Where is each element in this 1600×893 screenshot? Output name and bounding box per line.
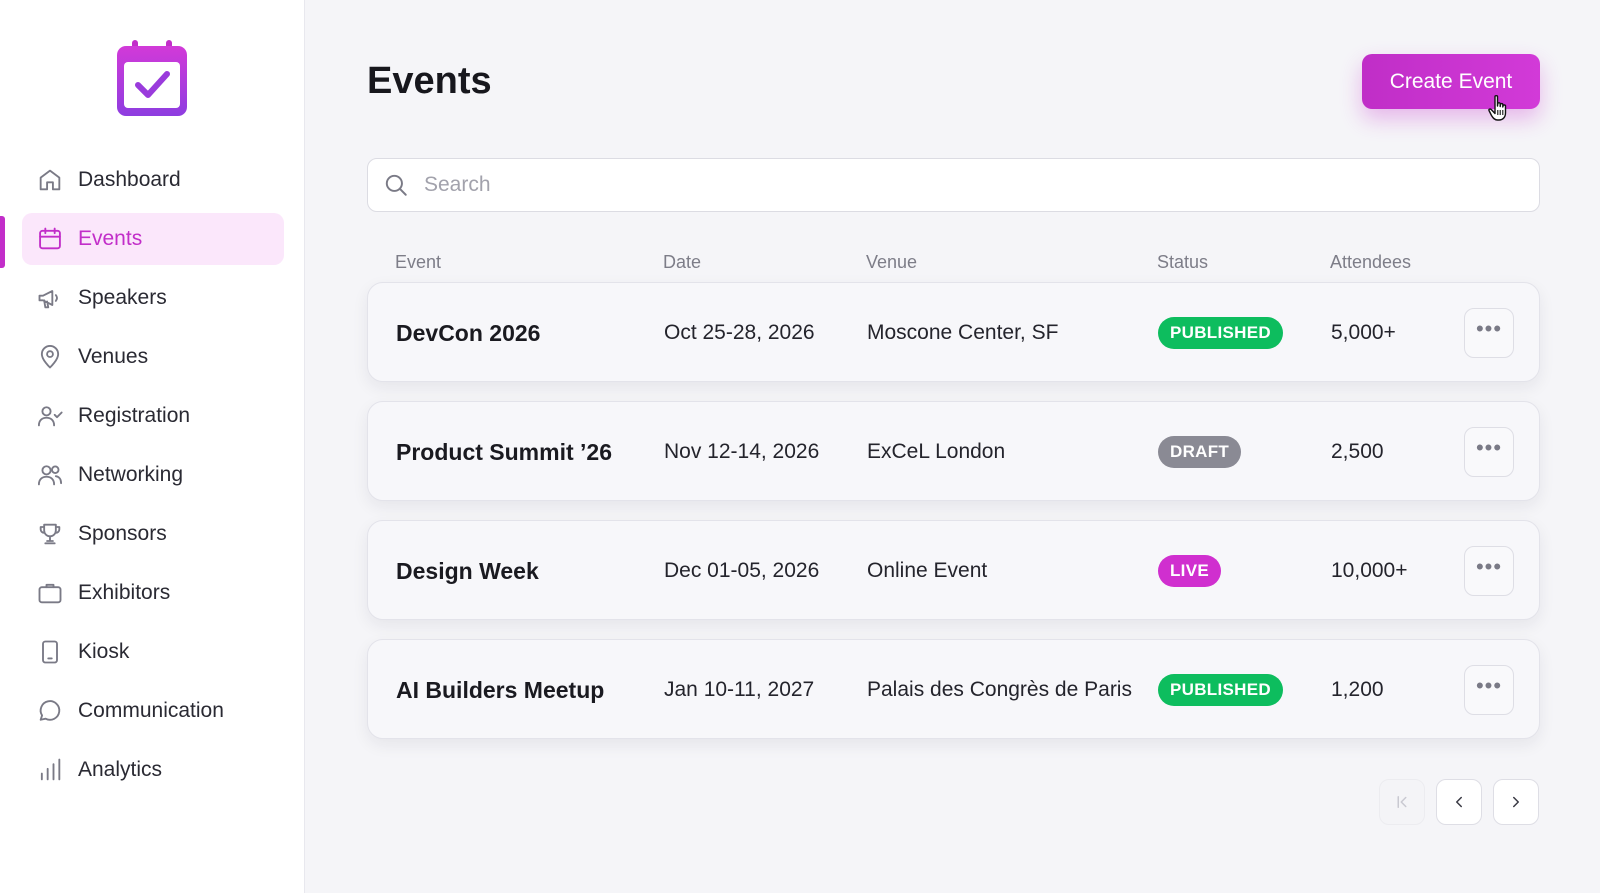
event-attendees: 1,200	[1331, 678, 1384, 701]
status-cell: LIVE	[1158, 521, 1221, 621]
sidebar-item-label: Events	[78, 227, 143, 250]
sidebar-item-kiosk[interactable]: Kiosk	[22, 626, 284, 678]
sidebar-item-label: Venues	[78, 345, 149, 368]
sidebar-item-label: Communication	[78, 699, 224, 722]
column-header-status[interactable]: Status	[1157, 252, 1208, 273]
event-venue: Palais des Congrès de Paris	[867, 678, 1132, 701]
sidebar: Dashboard Events Speakers Venues Registr…	[0, 0, 305, 893]
sidebar-item-label: Sponsors	[78, 522, 167, 545]
status-badge-draft: DRAFT	[1158, 436, 1242, 468]
search-icon	[368, 172, 424, 198]
sidebar-item-sponsors[interactable]: Sponsors	[22, 508, 284, 560]
event-name: Design Week	[396, 557, 539, 584]
sidebar-item-venues[interactable]: Venues	[22, 331, 284, 383]
column-header-venue[interactable]: Venue	[866, 252, 917, 273]
event-name: DevCon 2026	[396, 319, 541, 346]
status-cell: PUBLISHED	[1158, 283, 1283, 383]
ellipsis-icon: •••	[1475, 435, 1503, 460]
previous-page-button[interactable]	[1436, 779, 1482, 825]
sidebar-item-networking[interactable]: Networking	[22, 449, 284, 501]
chat-icon	[36, 697, 64, 725]
trophy-icon	[36, 520, 64, 548]
event-date: Jan 10-11, 2027	[664, 678, 815, 701]
sidebar-item-label: Dashboard	[78, 168, 181, 191]
map-pin-icon	[36, 343, 64, 371]
more-options-button[interactable]: •••	[1464, 665, 1514, 715]
create-event-button[interactable]: Create Event	[1362, 54, 1540, 109]
sidebar-item-label: Networking	[78, 463, 184, 486]
sidebar-item-label: Kiosk	[78, 640, 130, 663]
event-date: Dec 01-05, 2026	[664, 559, 820, 582]
megaphone-icon	[36, 284, 64, 312]
table-row[interactable]: DevCon 2026 Oct 25-28, 2026 Moscone Cent…	[367, 282, 1540, 382]
calendar-check-logo-icon	[117, 40, 187, 116]
first-page-button[interactable]	[1379, 779, 1425, 825]
status-badge-published: PUBLISHED	[1158, 674, 1283, 706]
sidebar-item-label: Analytics	[78, 758, 163, 781]
ellipsis-icon: •••	[1475, 673, 1503, 698]
more-options-button[interactable]: •••	[1464, 308, 1514, 358]
sidebar-item-analytics[interactable]: Analytics	[22, 744, 284, 796]
more-options-button[interactable]: •••	[1464, 546, 1514, 596]
chevron-first-icon	[1397, 796, 1407, 808]
sidebar-item-events[interactable]: Events	[22, 213, 284, 265]
briefcase-icon	[36, 579, 64, 607]
ellipsis-icon: •••	[1475, 554, 1503, 579]
status-badge-live: LIVE	[1158, 555, 1221, 587]
event-venue: Moscone Center, SF	[867, 321, 1059, 344]
event-date: Nov 12-14, 2026	[664, 440, 820, 463]
event-date: Oct 25-28, 2026	[664, 321, 815, 344]
sidebar-item-registration[interactable]: Registration	[22, 390, 284, 442]
search-input[interactable]	[424, 173, 1539, 197]
status-badge-published: PUBLISHED	[1158, 317, 1283, 349]
status-cell: PUBLISHED	[1158, 640, 1283, 740]
event-attendees: 5,000+	[1331, 321, 1396, 344]
sidebar-item-exhibitors[interactable]: Exhibitors	[22, 567, 284, 619]
event-attendees: 10,000+	[1331, 559, 1408, 582]
event-name: AI Builders Meetup	[396, 676, 605, 703]
table-row[interactable]: Design Week Dec 01-05, 2026 Online Event…	[367, 520, 1540, 620]
users-icon	[36, 461, 64, 489]
table-row[interactable]: AI Builders Meetup Jan 10-11, 2027 Palai…	[367, 639, 1540, 739]
status-cell: DRAFT	[1158, 402, 1242, 502]
event-attendees: 2,500	[1331, 440, 1384, 463]
search-bar	[367, 158, 1540, 212]
column-header-date[interactable]: Date	[663, 252, 701, 273]
sidebar-item-communication[interactable]: Communication	[22, 685, 284, 737]
column-header-attendees[interactable]: Attendees	[1330, 252, 1411, 273]
home-icon	[36, 166, 64, 194]
hand-pointer-cursor-icon	[1488, 94, 1507, 121]
sidebar-item-speakers[interactable]: Speakers	[22, 272, 284, 324]
tablet-icon	[36, 638, 64, 666]
page-title: Events	[367, 60, 492, 102]
table-header: Event Date Venue Status Attendees	[367, 248, 1540, 278]
event-name: Product Summit ’26	[396, 438, 612, 465]
bar-chart-icon	[36, 756, 64, 784]
sidebar-item-label: Registration	[78, 404, 191, 427]
event-venue: ExCeL London	[867, 440, 1006, 463]
more-options-button[interactable]: •••	[1464, 427, 1514, 477]
sidebar-item-label: Speakers	[78, 286, 167, 309]
column-header-event[interactable]: Event	[395, 252, 441, 273]
chevron-right-icon	[1513, 796, 1519, 808]
sidebar-item-label: Exhibitors	[78, 581, 171, 604]
chevron-left-icon	[1456, 796, 1462, 808]
main-content: Events Create Event Event Date Venue Sta…	[305, 0, 1600, 893]
sidebar-nav: Dashboard Events Speakers Venues Registr…	[22, 154, 284, 803]
next-page-button[interactable]	[1493, 779, 1539, 825]
user-check-icon	[36, 402, 64, 430]
event-venue: Online Event	[867, 559, 988, 582]
active-nav-indicator	[0, 216, 5, 268]
sidebar-item-dashboard[interactable]: Dashboard	[22, 154, 284, 206]
table-row[interactable]: Product Summit ’26 Nov 12-14, 2026 ExCeL…	[367, 401, 1540, 501]
calendar-icon	[36, 225, 64, 253]
ellipsis-icon: •••	[1475, 316, 1503, 341]
